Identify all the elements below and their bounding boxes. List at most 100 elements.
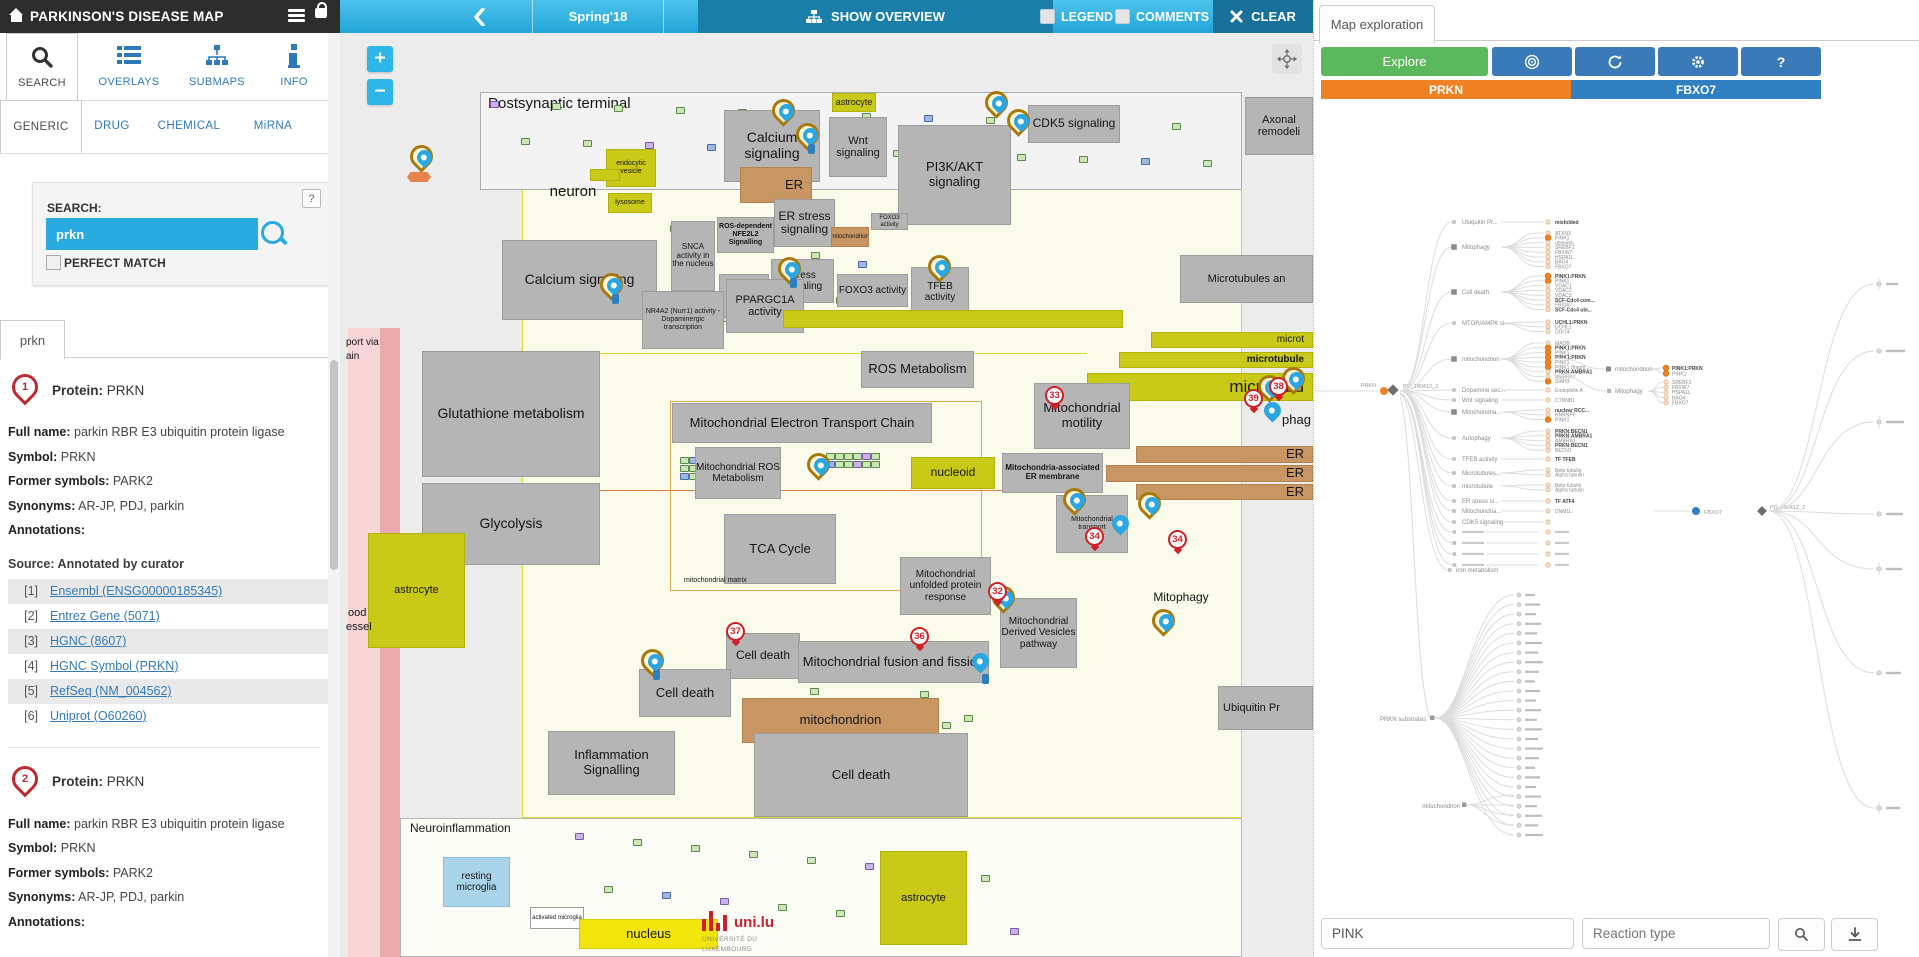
map-marker-37[interactable]: 37 (726, 622, 758, 658)
annotation-link[interactable]: HGNC (8607) (50, 634, 126, 648)
search-input[interactable] (46, 218, 258, 250)
comments-toggle[interactable]: COMMENTS (1115, 0, 1209, 33)
annotation-link[interactable]: RefSeq (NM_004562) (50, 684, 172, 698)
map-region-snca-activity-in-the-nucleus: SNCA activity in the nucleus (671, 221, 715, 291)
results-tab[interactable]: prkn (0, 320, 65, 360)
map-marker-36[interactable]: 36 (910, 627, 942, 663)
map-marker[interactable] (928, 255, 960, 291)
svg-text:PRKN: PRKN (1361, 383, 1376, 389)
result-pin-icon[interactable]: 1 (7, 369, 44, 406)
svg-text:PINK1: PINK1 (1672, 371, 1687, 377)
pan-crosshair-button[interactable] (1272, 44, 1302, 74)
clear-button[interactable]: CLEAR (1213, 0, 1313, 33)
annotation-row: [3]HGNC (8607) (8, 629, 328, 654)
annotation-row: [5]RefSeq (NM_004562) (8, 679, 328, 704)
map-marker[interactable] (1152, 609, 1184, 645)
annotation-link[interactable]: Entrez Gene (5071) (50, 609, 160, 623)
protein-tab-prkn[interactable]: PRKN (1321, 80, 1571, 99)
zoom-out-button[interactable]: − (367, 79, 393, 105)
map-marker-33[interactable]: 33 (1045, 386, 1077, 422)
map-region-astrocyte: astrocyte (832, 93, 876, 112)
search-submit-icon[interactable] (261, 221, 284, 244)
molecule (853, 461, 862, 468)
molecule (720, 898, 729, 905)
map-region-nucleus: nucleus (579, 919, 718, 949)
map-marker[interactable] (1007, 109, 1039, 145)
map-marker[interactable] (600, 273, 632, 309)
map-region-neuroinflammation: Neuroinflammation (406, 820, 556, 837)
tree-search-button[interactable] (1778, 918, 1825, 951)
map-marker[interactable] (1063, 488, 1095, 524)
sidebar-item-overlays[interactable]: OVERLAYS (86, 33, 172, 99)
map-region (783, 310, 1123, 328)
molecule (920, 691, 929, 698)
map-marker-34[interactable]: 34 (1168, 530, 1200, 566)
legend-checkbox[interactable] (1040, 9, 1055, 24)
molecule (865, 863, 874, 870)
svg-text:BECN1: BECN1 (1555, 448, 1572, 454)
zoom-in-button[interactable]: + (367, 46, 393, 72)
settings-button[interactable] (1658, 47, 1738, 76)
collapse-sidebar-button[interactable] (448, 0, 510, 33)
reaction-type-input[interactable] (1582, 918, 1770, 949)
help-panel-button[interactable]: ? (1741, 47, 1821, 76)
svg-text:Autophagy: Autophagy (1462, 436, 1491, 442)
menu-icon[interactable] (288, 9, 305, 23)
comments-checkbox[interactable] (1115, 9, 1130, 24)
tab-chemical[interactable]: CHEMICAL (148, 100, 230, 152)
numbered-marker-icon: 32 (988, 582, 1007, 601)
result-pin-icon[interactable]: 2 (7, 760, 44, 797)
map-marker[interactable] (796, 123, 828, 159)
sidebar-scrollbar-thumb[interactable] (330, 360, 338, 570)
numbered-marker-icon: 33 (1045, 386, 1064, 405)
map-marker[interactable] (1138, 492, 1170, 528)
tab-generic[interactable]: GENERIC (0, 100, 82, 153)
tab-map-exploration[interactable]: Map exploration (1319, 5, 1435, 44)
svg-text:mitochondrion: mitochondrion (1422, 804, 1460, 810)
sidebar-item-search[interactable]: SEARCH (6, 33, 78, 100)
map-marker[interactable] (641, 649, 673, 685)
perfect-match-checkbox[interactable] (46, 255, 61, 270)
map-marker[interactable] (970, 653, 1002, 689)
annotation-link[interactable]: Ensembl (ENSG00000185345) (50, 584, 222, 598)
home-icon[interactable] (10, 11, 23, 22)
map-marker-32[interactable]: 32 (988, 582, 1020, 618)
map-marker[interactable] (410, 145, 442, 181)
map-marker[interactable] (807, 453, 839, 489)
person-icon (790, 278, 797, 288)
map-marker-38[interactable]: 38 (1269, 377, 1301, 413)
molecule (575, 833, 584, 840)
annotation-link[interactable]: HGNC Symbol (PRKN) (50, 659, 179, 673)
refresh-button[interactable] (1575, 47, 1655, 76)
molecule (633, 839, 642, 846)
result-entry-header: 2Protein: PRKN (8, 762, 328, 802)
svg-text:PRKN substrates: PRKN substrates (1380, 717, 1426, 723)
svg-text:SIAH3: SIAH3 (1555, 379, 1570, 385)
molecule (853, 453, 862, 460)
sidebar-item-submaps[interactable]: SUBMAPS (176, 33, 258, 99)
legend-toggle[interactable]: LEGEND (1040, 0, 1113, 33)
sidebar-item-info[interactable]: INFO (262, 33, 326, 99)
download-button[interactable] (1831, 918, 1878, 951)
protein-filter-input[interactable] (1321, 918, 1574, 949)
svg-text:Mitophagy: Mitophagy (1462, 245, 1490, 251)
molecule (680, 465, 689, 472)
annotation-link[interactable]: Uniprot (O60260) (50, 709, 147, 723)
map-version-button[interactable]: Spring'18 (532, 0, 664, 33)
target-button[interactable] (1492, 47, 1572, 76)
bullseye-icon (1524, 54, 1540, 70)
help-button[interactable]: ? (302, 189, 321, 208)
explore-button[interactable]: Explore (1321, 47, 1488, 76)
tab-mirna[interactable]: MiRNA (240, 100, 306, 152)
protein-tab-fbxo7[interactable]: FBXO7 (1571, 80, 1821, 99)
map-canvas[interactable]: Postsynaptic terminalneuronendocytic ves… (340, 33, 1313, 957)
show-overview-button[interactable]: SHOW OVERVIEW (698, 0, 1053, 33)
map-region-ros-dependent-nfe2l2-signalling: ROS-dependent NFE2L2 Signalling (717, 217, 774, 253)
lock-icon[interactable] (315, 8, 327, 18)
map-marker[interactable] (778, 257, 810, 293)
molecule (807, 857, 816, 864)
tab-drug[interactable]: DRUG (84, 100, 140, 152)
exploration-tree[interactable]: PRKNPD_180412_2Ubiquitin Pr...misfoldedM… (1314, 100, 1919, 880)
map-marker-34[interactable]: 34 (1085, 527, 1117, 563)
map-region-cdk5-signaling: CDK5 signaling (1028, 105, 1120, 143)
